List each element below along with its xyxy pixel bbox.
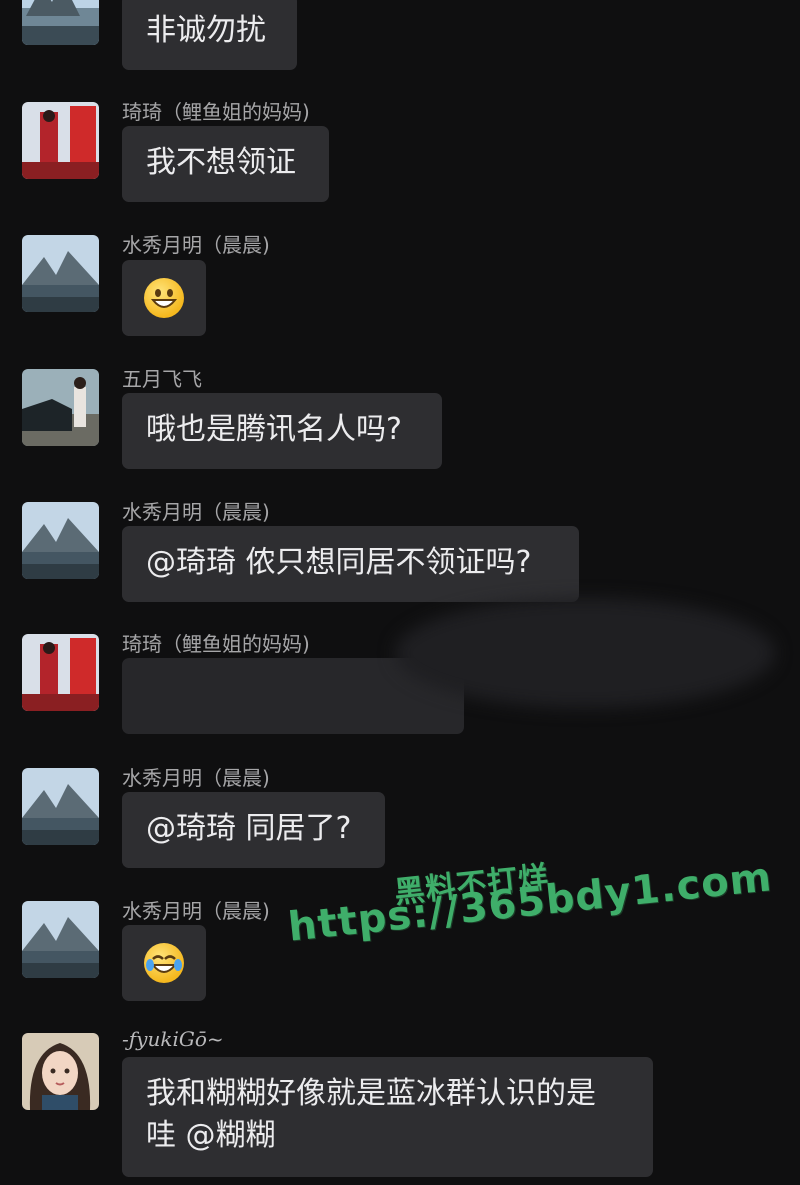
sender-name: 琦琦（鲤鱼姐的妈妈) [122,100,310,124]
message-text: 哦也是腾讯名人吗? [146,412,402,447]
sender-name: 水秀月明（晨晨) [122,899,270,923]
landscape-avatar[interactable] [22,0,99,45]
sender-name: 五月飞飞 [122,367,202,391]
message-bubble[interactable]: 非诚勿扰 [122,0,297,70]
car-avatar[interactable] [22,369,99,446]
landscape-avatar[interactable] [22,235,99,312]
landscape-avatar[interactable] [22,768,99,845]
chat-message-list[interactable]: 非诚勿扰 琦琦（鲤鱼姐的妈妈) 我不想领证 水秀月明（晨晨) 五月飞飞 哦也是腾… [0,0,800,1185]
anime-girl-avatar[interactable] [22,1033,99,1110]
grinning-face-icon [144,278,184,318]
landscape-avatar[interactable] [22,901,99,978]
message-bubble[interactable]: @琦琦 侬只想同居不领证吗? [122,526,579,602]
message-text-line: 哇 @糊糊 [146,1118,276,1153]
redaction-blur [395,598,775,708]
message-text: 非诚勿扰 [146,13,266,48]
message-bubble[interactable]: 我不想领证 [122,126,329,202]
message-bubble[interactable]: 我和糊糊好像就是蓝冰群认识的是 哇 @糊糊 [122,1057,653,1177]
message-bubble[interactable] [122,925,206,1001]
sender-name: 琦琦（鲤鱼姐的妈妈) [122,632,310,656]
sender-name: 水秀月明（晨晨) [122,766,270,790]
message-text: 我不想领证 [146,145,296,180]
sender-name: 水秀月明（晨晨) [122,233,270,257]
red-dress-avatar[interactable] [22,634,99,711]
sender-name: -ƒyukiGō~ [122,1027,224,1051]
tears-of-joy-face-icon [144,943,184,983]
landscape-avatar[interactable] [22,502,99,579]
red-dress-avatar[interactable] [22,102,99,179]
message-text-line: 我和糊糊好像就是蓝冰群认识的是 [146,1076,596,1111]
message-bubble[interactable] [122,260,206,336]
message-text: @琦琦 同居了? [146,811,352,846]
message-bubble[interactable]: 哦也是腾讯名人吗? [122,393,442,469]
message-bubble[interactable]: @琦琦 同居了? [122,792,385,868]
message-text: @琦琦 侬只想同居不领证吗? [146,545,532,580]
sender-name: 水秀月明（晨晨) [122,500,270,524]
